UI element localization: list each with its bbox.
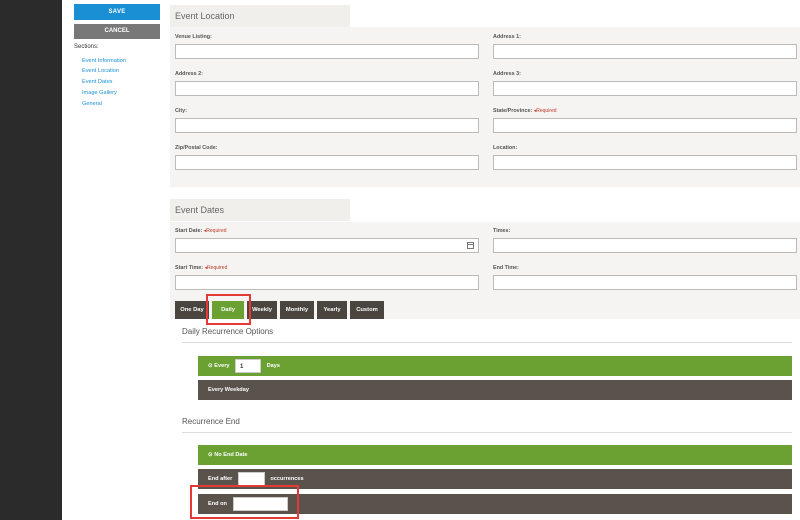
- sidebar-item-event-dates[interactable]: Event Dates: [82, 79, 112, 85]
- tab-one-day[interactable]: One Day: [175, 301, 209, 319]
- address3-input[interactable]: [493, 81, 797, 96]
- no-end-date-option[interactable]: ⊙ No End Date: [198, 445, 792, 465]
- end-after-suffix: occurrences: [270, 476, 304, 482]
- state-required: ◂Required: [533, 108, 557, 114]
- recurrence-end-heading: Recurrence End: [182, 417, 240, 426]
- end-time-input[interactable]: [493, 275, 797, 290]
- left-dark-strip: [0, 0, 62, 520]
- times-label: Times:: [493, 228, 511, 234]
- start-time-label-text: Start Time:: [175, 265, 204, 271]
- start-time-input[interactable]: [175, 275, 479, 290]
- start-date-required: ◂Required: [203, 228, 227, 234]
- sidebar-item-event-location[interactable]: Event Location: [82, 68, 119, 74]
- location-input[interactable]: [493, 155, 797, 170]
- state-label: State/Province: ◂Required: [493, 108, 557, 114]
- tab-weekly[interactable]: Weekly: [247, 301, 277, 319]
- state-label-text: State/Province:: [493, 108, 533, 114]
- every-weekday-option[interactable]: Every Weekday: [198, 380, 792, 400]
- state-input[interactable]: [493, 118, 797, 133]
- sidebar: [62, 0, 166, 520]
- address1-input[interactable]: [493, 44, 797, 59]
- times-input[interactable]: [493, 238, 797, 253]
- calendar-icon[interactable]: [467, 242, 474, 249]
- city-label: City:: [175, 108, 187, 114]
- zip-label: Zip/Postal Code:: [175, 145, 218, 151]
- address2-input[interactable]: [175, 81, 479, 96]
- location-label: Location:: [493, 145, 518, 151]
- zip-input[interactable]: [175, 155, 479, 170]
- divider: [182, 342, 792, 343]
- every-suffix: Days: [266, 363, 280, 369]
- highlight-daily-tab: [206, 294, 251, 325]
- address1-label: Address 1:: [493, 34, 521, 40]
- end-after-input[interactable]: [237, 471, 265, 486]
- every-prefix: ⊙ Every: [208, 363, 230, 369]
- save-button[interactable]: SAVE: [74, 4, 160, 20]
- tab-yearly[interactable]: Yearly: [317, 301, 347, 319]
- start-date-input[interactable]: [175, 238, 479, 253]
- event-dates-title: Event Dates: [170, 199, 350, 221]
- start-time-required: ◂Required: [204, 265, 228, 271]
- sidebar-item-image-gallery[interactable]: Image Gallery: [82, 90, 117, 96]
- end-time-label: End Time:: [493, 265, 519, 271]
- tab-monthly[interactable]: Monthly: [280, 301, 314, 319]
- sidebar-item-general[interactable]: General: [82, 101, 102, 107]
- sections-label: Sections:: [74, 44, 99, 50]
- highlight-end-on: [190, 485, 299, 519]
- tab-custom[interactable]: Custom: [350, 301, 384, 319]
- every-n-days-option[interactable]: ⊙ Every 1 Days: [198, 356, 792, 376]
- address2-label: Address 2:: [175, 71, 203, 77]
- every-days-input[interactable]: 1: [235, 358, 262, 373]
- event-location-title: Event Location: [170, 5, 350, 27]
- cancel-button[interactable]: CANCEL: [74, 24, 160, 39]
- daily-recurrence-heading: Daily Recurrence Options: [182, 327, 274, 336]
- divider: [182, 432, 792, 433]
- address3-label: Address 3:: [493, 71, 521, 77]
- start-date-label-text: Start Date:: [175, 228, 203, 234]
- start-time-label: Start Time: ◂Required: [175, 265, 227, 271]
- city-input[interactable]: [175, 118, 479, 133]
- end-after-prefix: End after: [208, 476, 233, 482]
- sidebar-item-event-information[interactable]: Event Information: [82, 58, 126, 64]
- venue-input[interactable]: [175, 44, 479, 59]
- venue-label: Venue Listing:: [175, 34, 212, 40]
- start-date-label: Start Date: ◂Required: [175, 228, 227, 234]
